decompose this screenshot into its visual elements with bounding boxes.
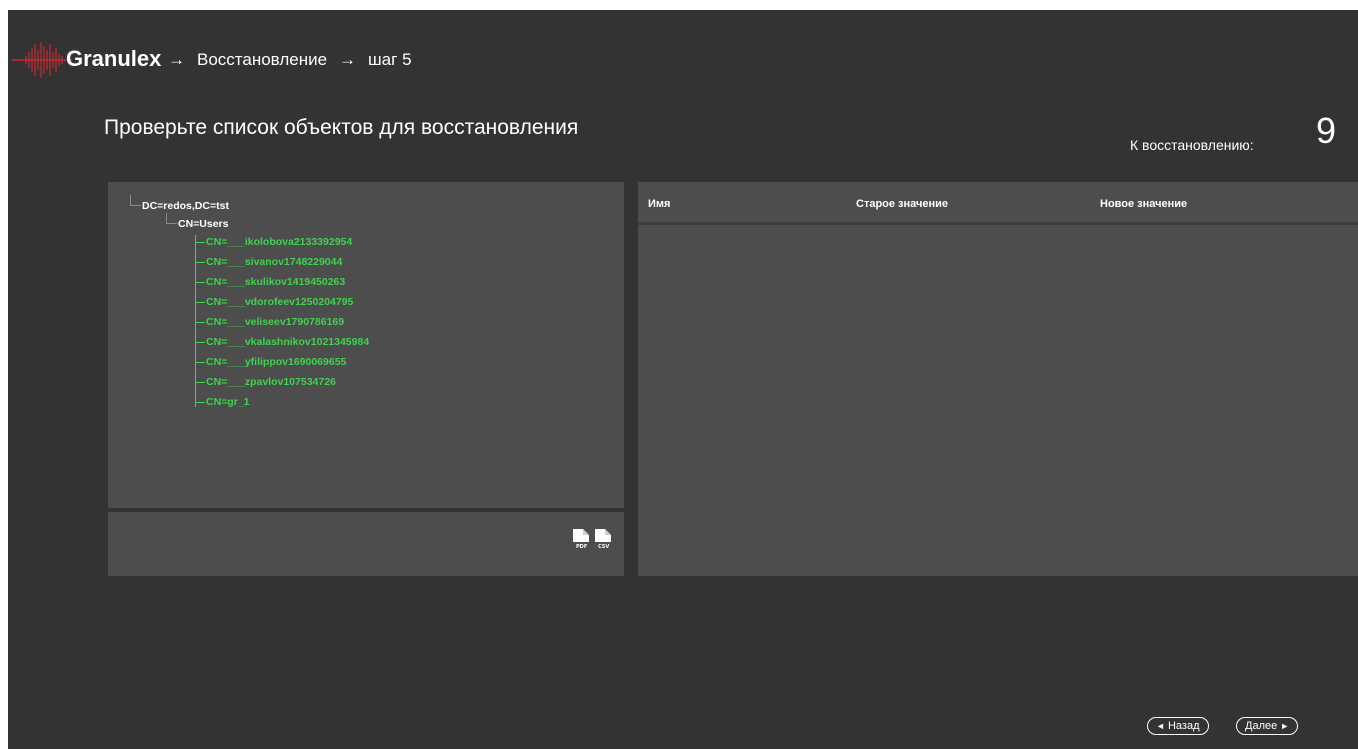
column-header-new-value[interactable]: Новое значение <box>1100 198 1187 210</box>
breadcrumb-step: шаг 5 <box>368 50 412 69</box>
breadcrumb-arrow-icon: → <box>339 50 357 69</box>
tree-node-item[interactable]: CN=___zpavlov107534726 <box>195 375 336 389</box>
restore-count-value: 9 <box>1316 110 1337 151</box>
object-tree-panel: DC=redos,DC=tst CN=Users CN=___ikolobova… <box>108 182 624 508</box>
tree-node-item[interactable]: CN=gr_1 <box>195 395 249 409</box>
export-pdf-icon[interactable]: PDF <box>572 528 590 550</box>
column-header-old-value[interactable]: Старое значение <box>856 198 948 210</box>
tree-node-users[interactable]: CN=Users <box>166 213 229 231</box>
tree-node-root[interactable]: DC=redos,DC=tst <box>130 195 229 213</box>
next-button[interactable]: Далее ► <box>1236 717 1299 735</box>
tree-node-item[interactable]: CN=___veliseev1790786169 <box>195 315 344 329</box>
header: Granulex → Восстановление → шаг 5 <box>8 40 708 80</box>
arrow-left-icon: ◄ <box>1156 721 1165 731</box>
table-header: Имя Старое значение Новое значение <box>638 182 1358 225</box>
logo-text: Granulex <box>66 46 162 71</box>
arrow-right-icon: ► <box>1280 721 1290 731</box>
tree-node-item[interactable]: CN=___skulikov1419450263 <box>195 275 345 289</box>
tree-node-item[interactable]: CN=___yfilippov1690069655 <box>195 355 346 369</box>
changes-table: Имя Старое значение Новое значение <box>638 182 1358 576</box>
column-header-name[interactable]: Имя <box>648 198 670 210</box>
back-button[interactable]: ◄ Назад <box>1147 717 1209 735</box>
tree-node-item[interactable]: CN=___ikolobova2133392954 <box>195 235 352 249</box>
page-title: Проверьте список объектов для восстановл… <box>104 116 579 139</box>
export-csv-icon[interactable]: CSV <box>594 528 612 550</box>
breadcrumb: → Восстановление → шаг 5 <box>168 50 424 70</box>
tree-node-item[interactable]: CN=___sivanov1748229044 <box>195 255 342 269</box>
logo-waveform-icon <box>12 42 72 78</box>
app-window: Granulex → Восстановление → шаг 5 Проверьте… <box>8 10 1358 749</box>
export-icons: PDF CSV <box>572 528 612 550</box>
restore-count-label: К восстановлению: <box>1130 137 1254 153</box>
tree-node-item[interactable]: CN=___vkalashnikov1021345984 <box>195 335 369 349</box>
breadcrumb-arrow-icon: → <box>168 50 185 69</box>
logo: Granulex <box>12 40 162 80</box>
export-panel: PDF CSV <box>108 512 624 576</box>
tree-node-item[interactable]: CN=___vdorofeev1250204795 <box>195 295 353 309</box>
breadcrumb-restore: Восстановление <box>197 50 328 69</box>
